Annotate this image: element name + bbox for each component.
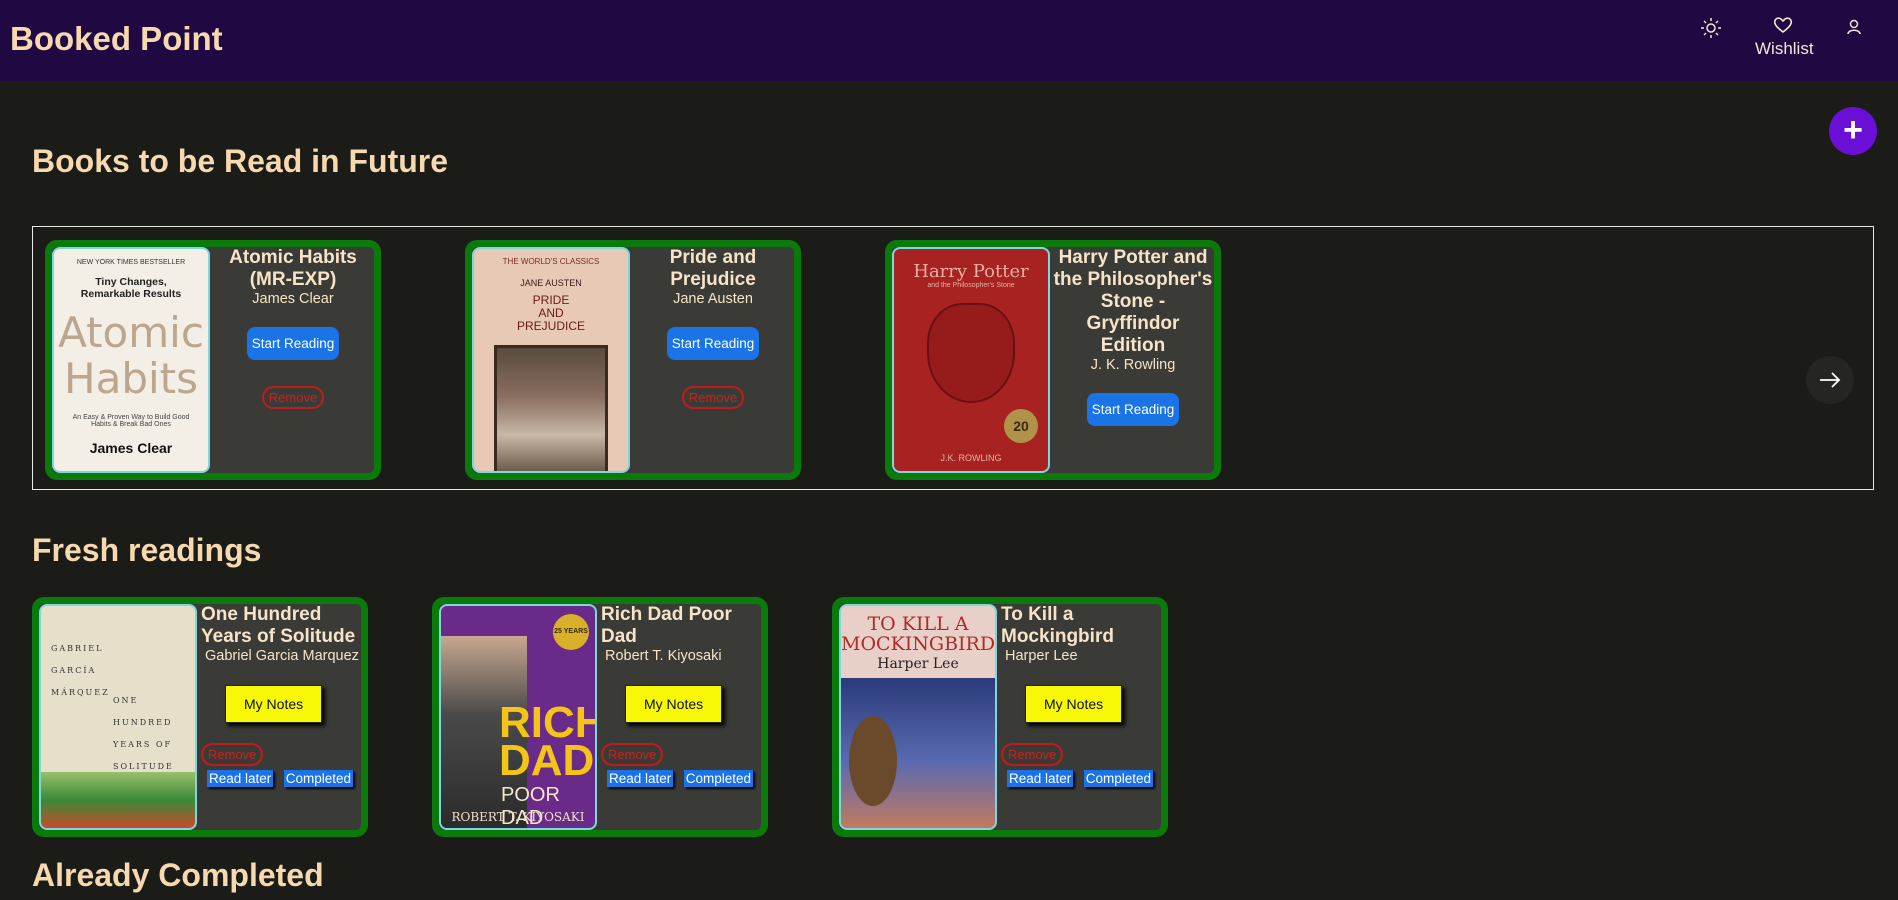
cover-text: YEARS OF — [113, 740, 173, 749]
book-author: James Clear — [252, 291, 334, 307]
remove-button[interactable]: Remove — [201, 743, 264, 766]
cover-text: James Clear — [89, 440, 173, 456]
cover-text: and the Philosopher's Stone — [927, 282, 1015, 289]
cover-text: DAD — [499, 736, 595, 785]
book-cover-harry-potter: Harry Potter and the Philosopher's Stone… — [892, 247, 1050, 473]
book-info: Harry Potter and the Philosopher's Stone… — [1052, 247, 1214, 473]
completed-button[interactable]: Completed — [1083, 770, 1154, 787]
book-title: Rich Dad Poor Dad — [601, 604, 732, 647]
cover-text: HUNDRED — [113, 718, 173, 727]
cover-text: MÁRQUEZ — [51, 688, 110, 697]
cover-text: Atomic — [58, 308, 204, 357]
book-info: Atomic Habits (MR-EXP) James Clear Start… — [212, 247, 374, 473]
cover-text: J.K. ROWLING — [940, 453, 1002, 463]
brand-logo[interactable]: Booked Point — [10, 20, 223, 58]
cover-text: Tiny Changes, Remarkable Results — [80, 276, 182, 300]
book-author: Robert T. Kiyosaki — [605, 648, 722, 664]
cover-text: ONE — [113, 696, 139, 705]
book-info: One Hundred Years of Solitude Gabriel Ga… — [201, 604, 361, 830]
cover-text: JANE AUSTEN — [520, 278, 582, 288]
book-cover-atomic-habits: NEW YORK TIMES BESTSELLER Tiny Changes, … — [52, 247, 210, 473]
book-title: Atomic Habits (MR-EXP) — [229, 247, 357, 290]
section-title-future: Books to be Read in Future — [32, 143, 449, 179]
completed-button[interactable]: Completed — [683, 770, 754, 787]
book-card-one-hundred-years: GABRIEL GARCÍA MÁRQUEZ ONE HUNDRED YEARS… — [32, 597, 368, 837]
future-books-carousel: NEW YORK TIMES BESTSELLER Tiny Changes, … — [32, 226, 1874, 490]
section-title-fresh: Fresh readings — [32, 532, 262, 568]
book-author: Jane Austen — [673, 291, 753, 307]
book-card-atomic-habits: NEW YORK TIMES BESTSELLER Tiny Changes, … — [45, 240, 381, 480]
my-notes-button[interactable]: My Notes — [1025, 685, 1123, 723]
book-info: Pride and Prejudice Jane Austen Start Re… — [632, 247, 794, 473]
sun-icon[interactable] — [1700, 17, 1722, 39]
section-title-completed: Already Completed — [32, 857, 324, 893]
book-card-mockingbird: TO KILL A MOCKINGBIRD Harper Lee To Kill… — [832, 597, 1168, 837]
book-cover-pride-prejudice: THE WORLD'S CLASSICS JANE AUSTEN PRIDE A… — [472, 247, 630, 473]
heart-icon — [1773, 17, 1793, 34]
cover-painting — [494, 345, 608, 471]
start-reading-button[interactable]: Start Reading — [1086, 393, 1180, 426]
start-reading-button[interactable]: Start Reading — [666, 327, 760, 360]
crest-emblem — [927, 303, 1015, 403]
cover-text: MOCKINGBIRD — [841, 633, 996, 655]
cover-text: GARCÍA — [51, 666, 97, 675]
plus-icon: + — [1843, 111, 1863, 149]
book-info: Rich Dad Poor Dad Robert T. Kiyosaki My … — [601, 604, 761, 830]
book-cover-rich-dad: 25 YEARS RICH DAD POOR DAD ROBERT T. KIY… — [439, 604, 597, 830]
book-cover-mockingbird: TO KILL A MOCKINGBIRD Harper Lee — [839, 604, 997, 830]
arrow-right-icon — [1820, 372, 1841, 388]
cover-text: THE WORLD'S CLASSICS — [502, 257, 600, 266]
top-navbar: Booked Point Wishlist — [0, 0, 1898, 81]
my-notes-button[interactable]: My Notes — [625, 685, 723, 723]
cover-text: An Easy & Proven Way to Build Good Habit… — [72, 414, 190, 428]
read-later-button[interactable]: Read later — [607, 770, 674, 787]
book-author: Gabriel Garcia Marquez — [205, 648, 359, 664]
book-title: One Hundred Years of Solitude — [201, 604, 356, 647]
add-book-button[interactable]: + — [1829, 107, 1877, 155]
book-cover-one-hundred-years: GABRIEL GARCÍA MÁRQUEZ ONE HUNDRED YEARS… — [39, 604, 197, 830]
book-author: J. K. Rowling — [1090, 357, 1176, 373]
read-later-button[interactable]: Read later — [207, 770, 274, 787]
read-later-button[interactable]: Read later — [1007, 770, 1074, 787]
remove-button[interactable]: Remove — [601, 743, 664, 766]
anniversary-badge: 20 — [1004, 409, 1038, 443]
wishlist-label: Wishlist — [1755, 39, 1814, 58]
user-icon[interactable] — [1844, 17, 1864, 37]
book-card-harry-potter: Harry Potter and the Philosopher's Stone… — [885, 240, 1221, 480]
book-title: Pride and Prejudice — [669, 247, 757, 290]
anniversary-badge: 25 YEARS — [553, 614, 589, 650]
book-author: Harper Lee — [1005, 648, 1078, 664]
book-info: To Kill a Mockingbird Harper Lee My Note… — [1001, 604, 1161, 830]
cover-text: ROBERT T. KIYOSAKI — [451, 810, 585, 824]
remove-button[interactable]: Remove — [261, 386, 325, 409]
remove-button[interactable]: Remove — [1001, 743, 1064, 766]
wishlist-button[interactable]: Wishlist — [1755, 16, 1814, 59]
cover-illustration — [41, 772, 195, 828]
remove-button[interactable]: Remove — [681, 386, 745, 409]
cover-text: TO KILL A — [867, 613, 969, 635]
book-card-pride-prejudice: THE WORLD'S CLASSICS JANE AUSTEN PRIDE A… — [465, 240, 801, 480]
cover-text: Harper Lee — [877, 656, 959, 672]
completed-button[interactable]: Completed — [283, 770, 354, 787]
book-card-rich-dad: 25 YEARS RICH DAD POOR DAD ROBERT T. KIY… — [432, 597, 768, 837]
tree-hollow-illustration — [849, 716, 897, 806]
cover-text: NEW YORK TIMES BESTSELLER — [76, 259, 186, 266]
carousel-next-button[interactable] — [1806, 356, 1854, 404]
cover-text: Habits — [64, 354, 198, 403]
my-notes-button[interactable]: My Notes — [225, 685, 323, 723]
cover-text: GABRIEL — [51, 644, 104, 653]
book-title: To Kill a Mockingbird — [1001, 604, 1114, 647]
cover-text: Harry Potter — [913, 261, 1029, 282]
book-title: Harry Potter and the Philosopher's Stone… — [1053, 247, 1213, 356]
start-reading-button[interactable]: Start Reading — [246, 327, 340, 360]
cover-text: PREJUDICE — [516, 319, 585, 333]
